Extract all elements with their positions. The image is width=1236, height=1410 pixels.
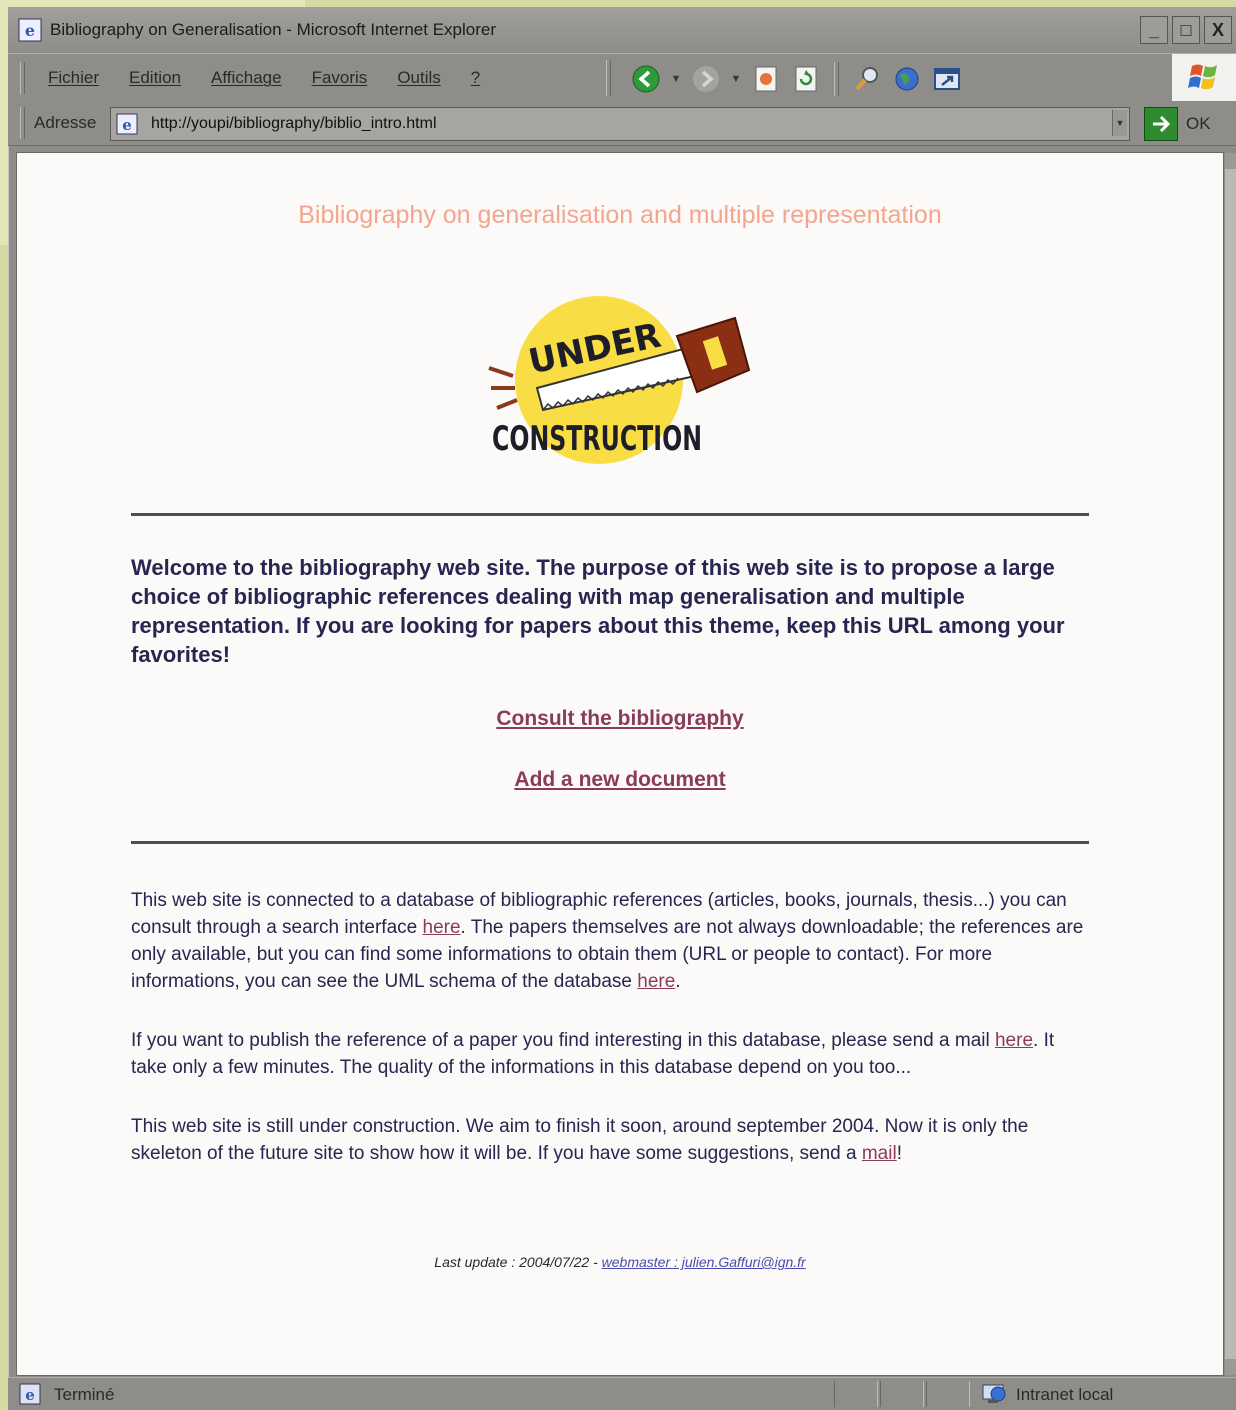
title-bar: e Bibliography on Generalisation - Micro… — [8, 7, 1236, 53]
windows-flag-icon — [1188, 64, 1217, 90]
refresh-icon — [795, 66, 817, 92]
menu-affichage[interactable]: Affichage — [211, 68, 282, 88]
menu-grip[interactable] — [20, 62, 25, 94]
scroll-down-button[interactable] — [1225, 1359, 1236, 1375]
divider-top — [131, 513, 1089, 516]
forward-icon — [693, 66, 719, 92]
status-panel-2 — [880, 1381, 924, 1407]
webmaster-link[interactable]: webmaster : julien.Gaffuri@ign.fr — [602, 1254, 806, 1270]
page-title: Bibliography on generalisation and multi… — [298, 201, 942, 229]
menu-outils[interactable]: Outils — [397, 68, 440, 88]
svg-text:e: e — [25, 1386, 35, 1404]
suggestion-mail-link[interactable]: mail — [862, 1143, 897, 1164]
search-interface-link[interactable]: here — [423, 917, 461, 938]
scroll-up-button[interactable] — [1225, 153, 1236, 169]
status-panel-3 — [926, 1381, 970, 1407]
uml-schema-link[interactable]: here — [637, 971, 675, 992]
logo-text-construction: CONSTRUCTION — [492, 419, 702, 459]
forward-button[interactable] — [690, 63, 722, 95]
address-label: Adresse — [34, 113, 97, 132]
go-arrow-icon — [1144, 107, 1178, 141]
refresh-button[interactable] — [790, 63, 822, 95]
ie-icon: e — [18, 18, 42, 42]
footer: Last update : 2004/07/22 - webmaster : j… — [17, 1254, 1223, 1270]
svg-text:e: e — [25, 21, 35, 40]
divider-bottom — [131, 841, 1089, 844]
status-panel-1 — [834, 1381, 878, 1407]
construction-text-2: ! — [896, 1143, 902, 1164]
security-zone-text: Intranet local — [1016, 1385, 1114, 1404]
go-button[interactable]: OK — [1144, 107, 1211, 141]
toolbar-separator — [834, 62, 839, 96]
svg-text:e: e — [122, 116, 132, 134]
database-text-3: . — [675, 971, 681, 992]
under-construction-logo: UNDER CONSTRUCTION — [488, 296, 751, 464]
back-icon — [632, 65, 660, 93]
window-controls: _ □ X — [1140, 16, 1232, 44]
address-url[interactable]: http://youpi/bibliography/biblio_intro.h… — [151, 115, 437, 133]
last-update-text: Last update : 2004/07/22 - — [434, 1254, 602, 1270]
intranet-zone-icon — [982, 1384, 1006, 1403]
search-button[interactable] — [851, 63, 883, 95]
minimize-button[interactable]: _ — [1140, 16, 1168, 44]
menu-fichier[interactable]: Fichier — [48, 68, 99, 88]
globe-icon — [895, 67, 919, 91]
menu-bar: Fichier Edition Affichage Favoris Outils… — [48, 54, 480, 102]
go-label[interactable]: OK — [1186, 114, 1211, 134]
status-text: Terminé — [54, 1385, 115, 1404]
history-button[interactable] — [931, 63, 963, 95]
page-status-icon: e — [19, 1383, 41, 1405]
close-button[interactable]: X — [1204, 16, 1232, 44]
address-grip[interactable] — [20, 107, 25, 139]
welcome-text: Welcome to the bibliography web site. Th… — [131, 555, 1065, 667]
browser-window: e Bibliography on Generalisation - Micro… — [8, 7, 1236, 1410]
consult-bibliography-link[interactable]: Consult the bibliography — [17, 707, 1223, 731]
menu-toolbar-row: Fichier Edition Affichage Favoris Outils… — [8, 53, 1236, 103]
publish-text-1: If you want to publish the reference of … — [131, 1030, 995, 1051]
database-paragraph: This web site is connected to a database… — [131, 887, 1091, 995]
menu-favoris[interactable]: Favoris — [312, 68, 368, 88]
window-icon — [934, 68, 960, 90]
address-bar-row: Adresse e http://youpi/bibliography/bibl… — [8, 101, 1236, 146]
back-button[interactable] — [630, 63, 662, 95]
page-icon: e — [116, 113, 138, 135]
status-bar: e Terminé Intranet local — [8, 1377, 1236, 1410]
address-field[interactable]: e http://youpi/bibliography/biblio_intro… — [110, 107, 1130, 141]
stop-button[interactable] — [750, 63, 782, 95]
vertical-scrollbar[interactable] — [1225, 153, 1236, 1375]
publish-paragraph: If you want to publish the reference of … — [131, 1027, 1091, 1081]
menu-edition[interactable]: Edition — [129, 68, 181, 88]
menu-help[interactable]: ? — [471, 68, 480, 88]
publish-mail-link[interactable]: here — [995, 1030, 1033, 1051]
search-icon — [855, 67, 878, 91]
back-dropdown-icon[interactable]: ▼ — [670, 73, 682, 85]
favorites-button[interactable] — [891, 63, 923, 95]
address-dropdown-icon[interactable]: ▼ — [1112, 110, 1127, 136]
construction-paragraph: This web site is still under constructio… — [131, 1113, 1091, 1167]
page-content: Bibliography on generalisation and multi… — [16, 152, 1236, 1376]
toolbar-grip[interactable] — [606, 60, 611, 96]
stop-icon — [755, 66, 777, 92]
windows-logo — [1172, 54, 1236, 102]
forward-dropdown-icon[interactable]: ▼ — [730, 73, 742, 85]
add-document-link[interactable]: Add a new document — [17, 768, 1223, 792]
toolbar: ▼ ▼ — [630, 62, 963, 96]
window-title: Bibliography on Generalisation - Microso… — [50, 20, 496, 39]
maximize-button[interactable]: □ — [1172, 16, 1200, 44]
